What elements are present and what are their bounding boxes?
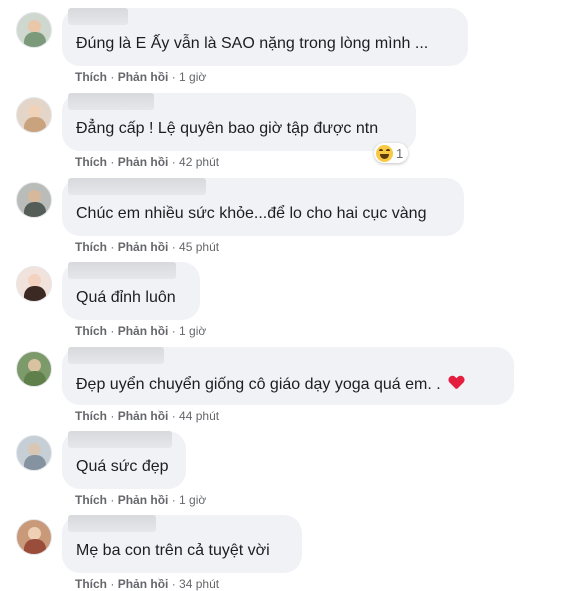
avatar[interactable] xyxy=(16,12,52,48)
comment-text: Đẹp uyển chuyển giống cô giáo dạy yoga q… xyxy=(76,374,464,394)
comment-bubble: Đẹp uyển chuyển giống cô giáo dạy yoga q… xyxy=(62,347,514,405)
avatar[interactable] xyxy=(16,351,52,387)
like-button[interactable]: Thích xyxy=(75,409,107,423)
commenter-name-redacted[interactable] xyxy=(68,262,176,279)
comment-bubble: Đúng là E Ấy vẫn là SAO nặng trong lòng … xyxy=(62,8,468,66)
like-button[interactable]: Thích xyxy=(75,493,107,507)
comment-time[interactable]: 42 phút xyxy=(179,155,219,169)
like-button[interactable]: Thích xyxy=(75,240,107,254)
avatar[interactable] xyxy=(16,435,52,471)
comment-text: Quá sức đẹp xyxy=(76,458,169,475)
reply-button[interactable]: Phản hồi xyxy=(118,324,169,338)
commenter-name-redacted[interactable] xyxy=(68,8,128,25)
heart-emoji-icon xyxy=(449,376,464,391)
comment-text: Quá đỉnh luôn xyxy=(76,289,176,306)
comment-time[interactable]: 44 phút xyxy=(179,409,219,423)
like-button[interactable]: Thích xyxy=(75,70,107,84)
reply-button[interactable]: Phản hồi xyxy=(118,70,169,84)
comment-meta: Thích · Phản hồi · 42 phút xyxy=(75,155,220,169)
comment-time[interactable]: 1 giờ xyxy=(179,70,206,84)
comment-meta: Thích · Phản hồi · 1 giờ xyxy=(75,493,207,507)
reply-button[interactable]: Phản hồi xyxy=(118,240,169,254)
like-button[interactable]: Thích xyxy=(75,324,107,338)
comment-bubble: Quá đỉnh luôn xyxy=(62,262,200,320)
commenter-name-redacted[interactable] xyxy=(68,93,154,110)
like-button[interactable]: Thích xyxy=(75,155,107,169)
avatar[interactable] xyxy=(16,97,52,133)
avatar[interactable] xyxy=(16,519,52,555)
comment-bubble: Quá sức đẹp xyxy=(62,431,186,489)
comment-bubble: Đẳng cấp ! Lệ quyên bao giờ tập được ntn xyxy=(62,93,416,151)
avatar[interactable] xyxy=(16,266,52,302)
reaction-summary[interactable]: 1 xyxy=(374,143,409,163)
comment-text: Đẳng cấp ! Lệ quyên bao giờ tập được ntn xyxy=(76,120,379,137)
commenter-name-redacted[interactable] xyxy=(68,515,156,532)
haha-emoji-icon xyxy=(376,144,393,162)
comment-meta: Thích · Phản hồi · 1 giờ xyxy=(75,324,207,338)
comment-bubble: Chúc em nhiều sức khỏe...để lo cho hai c… xyxy=(62,178,464,236)
comment-text: Đúng là E Ấy vẫn là SAO nặng trong lòng … xyxy=(76,35,429,52)
reply-button[interactable]: Phản hồi xyxy=(118,493,169,507)
reaction-count: 1 xyxy=(396,145,404,161)
comment-meta: Thích · Phản hồi · 44 phút xyxy=(75,409,220,423)
commenter-name-redacted[interactable] xyxy=(68,347,164,364)
comment-meta: Thích · Phản hồi · 1 giờ xyxy=(75,70,207,84)
comment-time[interactable]: 1 giờ xyxy=(179,493,206,507)
comment-text: Chúc em nhiều sức khỏe...để lo cho hai c… xyxy=(76,205,427,222)
comment-time[interactable]: 1 giờ xyxy=(179,324,206,338)
reply-button[interactable]: Phản hồi xyxy=(118,409,169,423)
commenter-name-redacted[interactable] xyxy=(68,178,206,195)
comment-time[interactable]: 45 phút xyxy=(179,240,219,254)
comment-meta: Thích · Phản hồi · 45 phút xyxy=(75,240,220,254)
commenter-name-redacted[interactable] xyxy=(68,431,172,448)
comment-bubble: Mẹ ba con trên cả tuyệt vời xyxy=(62,515,302,573)
avatar[interactable] xyxy=(16,182,52,218)
comment-text: Mẹ ba con trên cả tuyệt vời xyxy=(76,542,270,559)
reply-button[interactable]: Phản hồi xyxy=(118,155,169,169)
